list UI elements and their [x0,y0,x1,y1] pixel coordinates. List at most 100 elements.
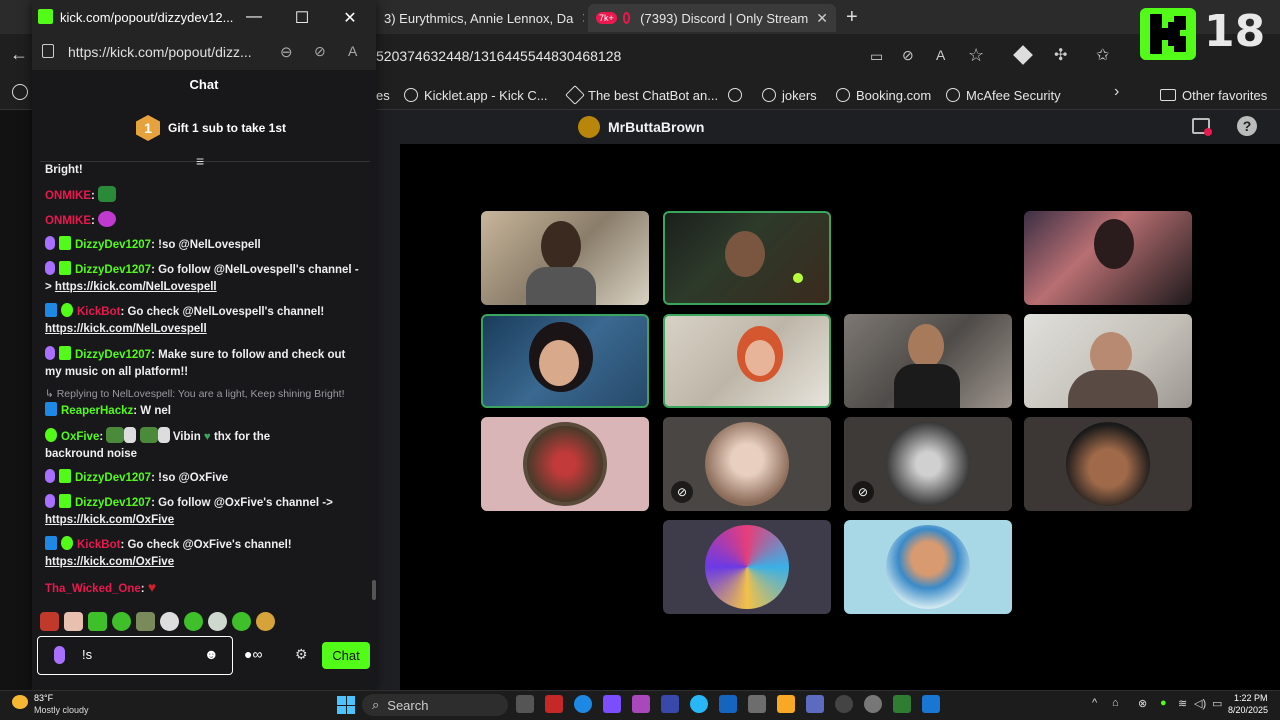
zoom-icon[interactable]: ⊖ [280,43,293,61]
bookmark-chatbot[interactable]: The best ChatBot an... [565,84,718,106]
username[interactable]: DizzyDev1207 [75,472,151,484]
username[interactable]: KickBot [77,539,120,551]
message-link[interactable]: https://kick.com/OxFive [45,514,174,526]
battery-icon[interactable]: ▭ [1212,697,1222,710]
emote-icon[interactable] [136,612,155,631]
avatar-tile[interactable]: ⊘ [663,417,831,511]
video-tile[interactable] [1024,314,1192,408]
background-url-text[interactable]: 520374632448/1316445544830468128 [376,48,621,64]
avatar-tile[interactable] [481,417,649,511]
weather-cloud-icon[interactable] [12,695,28,709]
browser-icon[interactable] [690,695,708,713]
username[interactable]: DizzyDev1207 [75,239,151,251]
chevron-right-icon[interactable]: › [1114,83,1119,101]
kicks-icon[interactable]: ●∞ [244,646,262,662]
message-link[interactable]: https://kick.com/NelLovespell [55,281,217,293]
video-tile-speaking[interactable] [481,314,649,408]
gear-icon[interactable]: ⚙ [295,646,308,663]
avatar-tile[interactable] [844,520,1012,614]
lock-icon[interactable] [42,44,54,58]
tab-discord[interactable]: 7k+ (7393) Discord | Only Stream ✕ [588,4,836,32]
start-button[interactable] [337,696,355,714]
app-icon[interactable] [893,695,911,713]
username[interactable]: ONMIKE [45,190,91,202]
app-icon[interactable] [661,695,679,713]
bookmark-es[interactable]: es [376,84,390,106]
other-favorites[interactable]: Other favorites [1160,84,1267,106]
popout-url[interactable]: https://kick.com/popout/dizz... [68,44,252,60]
emote-icon[interactable] [184,612,203,631]
clock-time[interactable]: 1:22 PM [1234,693,1268,703]
camera-icon[interactable]: ▭ [870,48,883,65]
username[interactable]: DizzyDev1207 [75,264,151,276]
read-aloud-icon[interactable]: A [936,47,945,63]
username[interactable]: DizzyDev1207 [75,497,151,509]
zoom-app-icon[interactable] [719,695,737,713]
emote-icon[interactable] [232,612,251,631]
favorite-star-icon[interactable]: ☆ [968,45,984,66]
emote-icon[interactable] [256,612,275,631]
tray-icon[interactable]: ⌂ [1112,697,1119,709]
store-icon[interactable] [748,695,766,713]
username[interactable]: ONMIKE [45,215,91,227]
mcafee-icon[interactable] [545,695,563,713]
bookmark-jokers[interactable]: jokers [762,84,817,106]
username[interactable]: Tha_Wicked_One [45,583,141,595]
extensions-puzzle-icon[interactable]: ✣ [1054,45,1067,65]
emoji-icon[interactable]: ☻ [204,646,219,662]
tracking-prevention-icon[interactable]: ⊘ [314,43,326,60]
weather-description[interactable]: Mostly cloudy [34,705,89,715]
username[interactable]: ReaperHackz [61,405,133,417]
settings-icon[interactable] [864,695,882,713]
maximize-icon[interactable]: ☐ [292,8,312,28]
edge-icon[interactable] [574,695,592,713]
video-tile-speaking[interactable] [663,211,831,305]
avatar-tile[interactable] [663,520,831,614]
copilot-icon[interactable] [603,695,621,713]
bookmark-mcafee[interactable]: McAfee Security [946,84,1061,106]
emote-icon[interactable] [160,612,179,631]
video-tile-speaking[interactable] [663,314,831,408]
close-icon[interactable]: ✕ [816,10,828,27]
app-icon[interactable] [922,695,940,713]
back-arrow-icon[interactable]: ← [10,44,28,65]
video-tile[interactable] [481,211,649,305]
media-player-icon[interactable] [835,695,853,713]
close-icon[interactable]: ✕ [340,8,360,28]
wifi-icon[interactable]: ≋ [1178,697,1187,710]
tray-icon[interactable]: ⊗ [1138,697,1147,710]
username[interactable]: DizzyDev1207 [75,349,151,361]
taskbar-search[interactable]: ⌕ Search [362,694,508,716]
favorites-icon[interactable]: ✩ [1096,45,1109,65]
avatar-tile[interactable] [1024,417,1192,511]
chat-scrollbar[interactable] [372,580,376,600]
reply-context[interactable]: ↳ Replying to NelLovespell: You are a li… [45,388,345,400]
bookmark-blank-globe[interactable] [728,84,748,106]
emote-icon[interactable] [88,612,107,631]
message-link[interactable]: https://kick.com/OxFive [45,556,174,568]
read-aloud-icon[interactable]: A [348,43,357,59]
chevron-up-icon[interactable]: ^ [1092,697,1097,709]
task-view-icon[interactable] [516,695,534,713]
clock-date[interactable]: 8/20/2025 [1228,705,1268,715]
help-icon[interactable]: ? [1237,116,1257,136]
weather-temperature[interactable]: 83°F [34,693,53,703]
username[interactable]: KickBot [77,306,120,318]
minimize-icon[interactable]: — [244,8,264,26]
chat-input-value[interactable]: !s [82,647,92,662]
username[interactable]: OxFive [61,431,99,443]
message-link[interactable]: https://kick.com/NelLovespell [45,323,207,335]
file-explorer-icon[interactable] [777,695,795,713]
video-tile[interactable] [844,314,1012,408]
emote-icon[interactable] [64,612,83,631]
bookmark-kicklet[interactable]: Kicklet.app - Kick C... [404,84,548,106]
tracking-prevention-icon[interactable]: ⊘ [902,47,914,64]
chat-send-button[interactable]: Chat [322,642,370,669]
bookmark-booking[interactable]: Booking.com [836,84,931,106]
gift-sub-banner[interactable]: 1 Gift 1 sub to take 1st [136,115,286,141]
teams-icon[interactable] [806,695,824,713]
close-icon[interactable]: ✕ [581,10,584,27]
emote-icon[interactable] [40,612,59,631]
emote-icon[interactable] [208,612,227,631]
new-tab-icon[interactable]: + [846,6,858,29]
